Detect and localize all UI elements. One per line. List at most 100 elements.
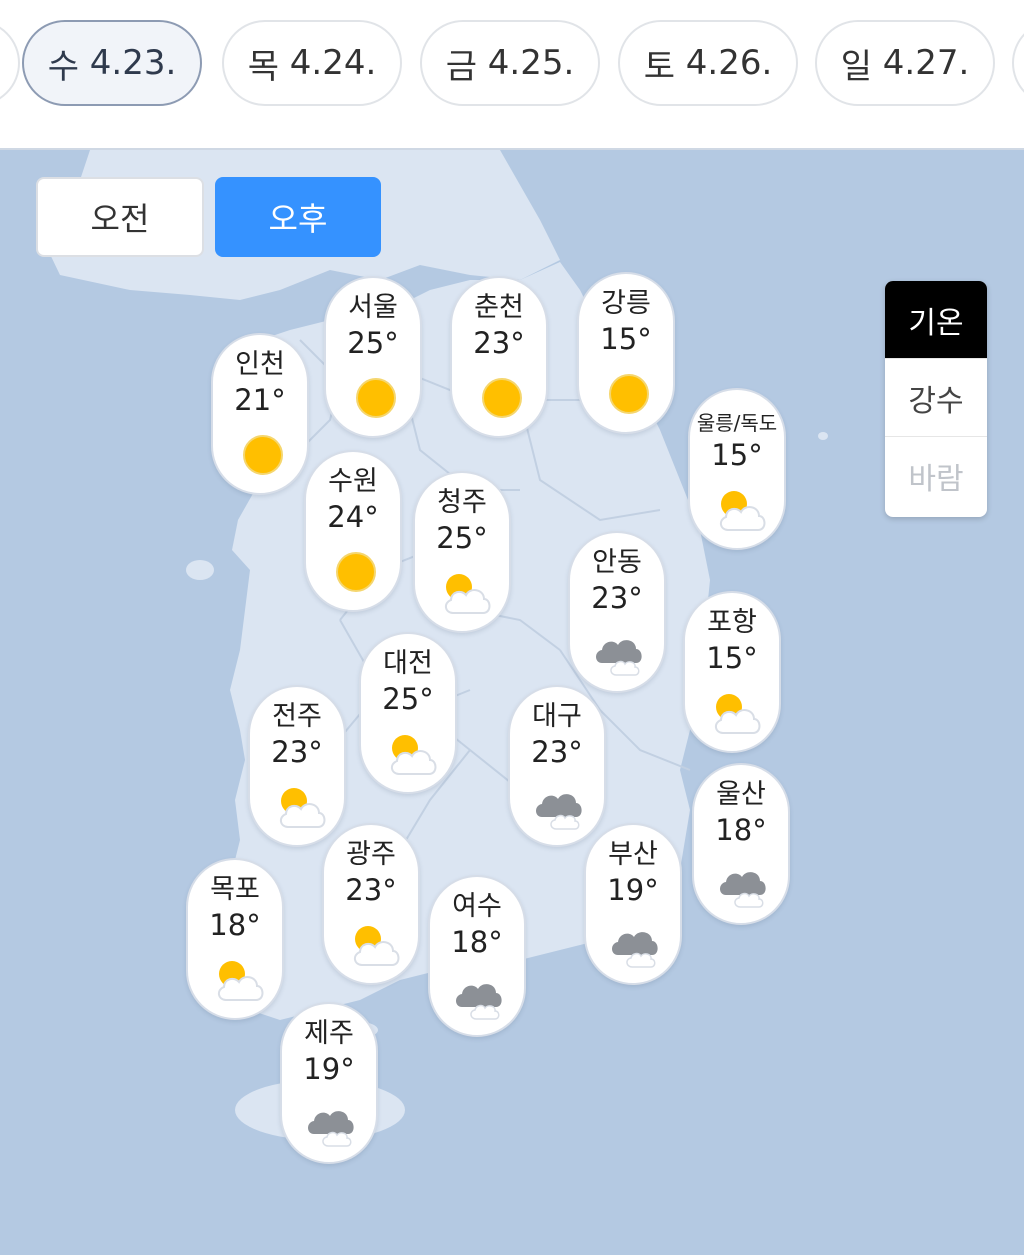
city-temperature: 15° xyxy=(706,641,758,675)
layer-temperature[interactable]: 기온 xyxy=(885,281,987,359)
west-island xyxy=(186,560,214,580)
city-temperature: 19° xyxy=(607,873,659,907)
date-pill-0[interactable]: 수 4.23. xyxy=(22,20,202,106)
city-name: 청주 xyxy=(437,487,487,518)
date-pill-3[interactable]: 토 4.26. xyxy=(618,20,798,106)
city-card[interactable]: 춘천 23° xyxy=(450,276,548,438)
date-day: 수 xyxy=(47,46,79,87)
city-card[interactable]: 대전 25° xyxy=(359,632,457,794)
layer-wind[interactable]: 바람 xyxy=(885,437,987,515)
date-day: 일 xyxy=(840,46,872,87)
city-temperature: 15° xyxy=(600,322,652,356)
city-temperature: 25° xyxy=(382,682,434,716)
city-name: 여수 xyxy=(452,891,502,922)
sunny-icon xyxy=(476,372,528,424)
partly-cloudy-icon xyxy=(709,687,761,739)
cloudy-icon xyxy=(454,971,506,1023)
city-name: 춘천 xyxy=(474,292,524,323)
city-name: 목포 xyxy=(210,874,260,905)
partly-cloudy-icon xyxy=(348,919,400,971)
layer-label: 기온 xyxy=(908,305,964,341)
city-temperature: 25° xyxy=(347,326,399,360)
pm-label: 오후 xyxy=(268,200,328,238)
pm-button[interactable]: 오후 xyxy=(215,177,381,257)
city-temperature: 19° xyxy=(303,1052,355,1086)
am-label: 오전 xyxy=(90,200,150,238)
date-value: 4.27. xyxy=(882,43,970,83)
city-card[interactable]: 부산 19° xyxy=(584,823,682,985)
city-temperature: 23° xyxy=(473,326,525,360)
city-temperature: 18° xyxy=(209,908,261,942)
city-card[interactable]: 제주 19° xyxy=(280,1002,378,1164)
cloudy-icon xyxy=(718,859,770,911)
city-temperature: 24° xyxy=(327,500,379,534)
city-card[interactable]: 수원 24° xyxy=(304,450,402,612)
partly-cloudy-icon xyxy=(212,954,264,1006)
sunny-icon xyxy=(603,368,655,420)
city-name: 서울 xyxy=(348,292,398,323)
date-pill-2[interactable]: 금 4.25. xyxy=(420,20,600,106)
date-value: 4.24. xyxy=(289,43,377,83)
am-button[interactable]: 오전 xyxy=(36,177,204,257)
city-name: 울산 xyxy=(716,779,766,810)
date-selector: 수 4.23. 목 4.24. 금 4.25. 토 4.26. 일 4.27. xyxy=(0,0,1024,150)
sunny-icon xyxy=(330,546,382,598)
city-card[interactable]: 울릉/독도 15° xyxy=(688,388,786,550)
city-card[interactable]: 목포 18° xyxy=(186,858,284,1020)
city-name: 강릉 xyxy=(601,288,651,319)
date-value: 4.26. xyxy=(685,43,773,83)
city-temperature: 18° xyxy=(715,813,767,847)
cloudy-icon xyxy=(534,781,586,833)
layer-precipitation[interactable]: 강수 xyxy=(885,359,987,437)
date-day: 토 xyxy=(643,46,675,87)
city-temperature: 23° xyxy=(591,581,643,615)
date-pill-1[interactable]: 목 4.24. xyxy=(222,20,402,106)
city-card[interactable]: 포항 15° xyxy=(683,591,781,753)
date-day: 금 xyxy=(445,46,477,87)
city-card[interactable]: 울산 18° xyxy=(692,763,790,925)
city-card[interactable]: 광주 23° xyxy=(322,823,420,985)
city-temperature: 18° xyxy=(451,925,503,959)
city-temperature: 23° xyxy=(531,735,583,769)
city-card[interactable]: 청주 25° xyxy=(413,471,511,633)
city-card[interactable]: 여수 18° xyxy=(428,875,526,1037)
sunny-icon xyxy=(237,429,289,481)
city-name: 제주 xyxy=(304,1018,354,1049)
cloudy-icon xyxy=(594,627,646,679)
date-value: 4.23. xyxy=(89,43,177,83)
city-card[interactable]: 대구 23° xyxy=(508,685,606,847)
layer-label: 강수 xyxy=(908,383,964,419)
city-card[interactable]: 서울 25° xyxy=(324,276,422,438)
city-card[interactable]: 전주 23° xyxy=(248,685,346,847)
partly-cloudy-icon xyxy=(439,567,491,619)
sunny-icon xyxy=(350,372,402,424)
city-temperature: 15° xyxy=(711,438,763,472)
partly-cloudy-icon xyxy=(274,781,326,833)
date-day: 목 xyxy=(247,46,279,87)
date-value: 4.25. xyxy=(487,43,575,83)
city-card[interactable]: 강릉 15° xyxy=(577,272,675,434)
layer-label: 바람 xyxy=(908,462,964,497)
city-temperature: 21° xyxy=(234,383,286,417)
city-name: 대구 xyxy=(532,701,582,732)
city-name: 인천 xyxy=(235,349,285,380)
city-temperature: 23° xyxy=(271,735,323,769)
city-card[interactable]: 안동 23° xyxy=(568,531,666,693)
city-card[interactable]: 인천 21° xyxy=(211,333,309,495)
dokdo-island xyxy=(818,432,828,440)
city-name: 포항 xyxy=(707,607,757,638)
city-name: 전주 xyxy=(272,701,322,732)
partly-cloudy-icon xyxy=(714,484,766,536)
date-pill-next-partial[interactable] xyxy=(1012,20,1024,106)
layer-selector: 기온 강수 바람 xyxy=(885,281,987,517)
date-pill-prev-partial[interactable] xyxy=(0,20,20,106)
partly-cloudy-icon xyxy=(385,728,437,780)
city-temperature: 23° xyxy=(345,873,397,907)
city-name: 대전 xyxy=(383,648,433,679)
city-name: 수원 xyxy=(328,466,378,497)
city-name: 울릉/독도 xyxy=(696,411,778,435)
city-name: 광주 xyxy=(346,839,396,870)
city-name: 부산 xyxy=(608,839,658,870)
cloudy-icon xyxy=(610,919,662,971)
date-pill-4[interactable]: 일 4.27. xyxy=(815,20,995,106)
